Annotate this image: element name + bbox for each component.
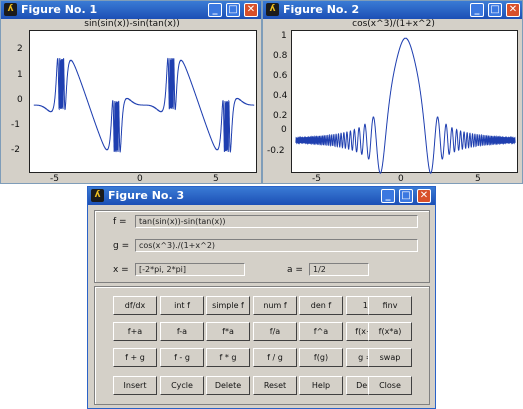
y-tick-label: -1 xyxy=(11,120,20,130)
f-div-a-button[interactable]: f/a xyxy=(253,322,297,341)
reset-button[interactable]: Reset xyxy=(253,376,297,395)
insert-button[interactable]: Insert xyxy=(113,376,157,395)
plot-1-svg xyxy=(33,57,255,153)
minimize-button[interactable]: _ xyxy=(470,3,484,17)
num-f-button[interactable]: num f xyxy=(253,296,297,315)
a-label: a = xyxy=(287,265,303,275)
plot-2-series-line xyxy=(295,37,516,174)
close-button[interactable]: ✕ xyxy=(244,3,258,17)
y-tick-label: 0.4 xyxy=(273,91,288,101)
cycle-button[interactable]: Cycle xyxy=(160,376,204,395)
close-app-button[interactable]: Close xyxy=(368,376,412,395)
close-button[interactable]: ✕ xyxy=(506,3,520,17)
int-f-button[interactable]: int f xyxy=(160,296,204,315)
den-f-button[interactable]: den f xyxy=(299,296,343,315)
f-minus-a-button[interactable]: f-a xyxy=(160,322,204,341)
x-tick-label: 0 xyxy=(137,174,143,184)
figure-3-titlebar[interactable]: ʎ Figure No. 3 _ □ ✕ xyxy=(88,187,435,205)
f-plus-g-button[interactable]: f + g xyxy=(113,348,157,367)
y-tick-label: -0.2 xyxy=(267,146,285,156)
x-label: x = xyxy=(113,265,129,275)
figure-3-window: ʎ Figure No. 3 _ □ ✕ f = tan(sin(x))-sin… xyxy=(87,186,436,409)
figure-3-title: Figure No. 3 xyxy=(108,189,185,202)
matlab-logo-icon: ʎ xyxy=(266,3,279,16)
y-tick-label: 0.2 xyxy=(273,111,288,121)
f-times-g-button[interactable]: f * g xyxy=(206,348,250,367)
x-tick-label: 0 xyxy=(398,174,404,184)
plot-title: sin(sin(x))-sin(tan(x)) xyxy=(84,19,180,29)
maximize-button[interactable]: □ xyxy=(399,189,413,203)
help-button[interactable]: Help xyxy=(299,376,343,395)
f-div-g-button[interactable]: f / g xyxy=(253,348,297,367)
maximize-button[interactable]: □ xyxy=(226,3,240,17)
x-tick-label: 5 xyxy=(475,174,481,184)
minimize-button[interactable]: _ xyxy=(208,3,222,17)
x-tick-label: 5 xyxy=(213,174,219,184)
plot-axes[interactable] xyxy=(29,30,257,173)
f-minus-g-button[interactable]: f - g xyxy=(160,348,204,367)
f-times-a-button[interactable]: f*a xyxy=(206,322,250,341)
y-tick-label: 0.8 xyxy=(273,51,288,61)
f-pow-a-button[interactable]: f^a xyxy=(299,322,343,341)
delete-button[interactable]: Delete xyxy=(206,376,250,395)
figure-2-titlebar[interactable]: ʎ Figure No. 2 _ □ ✕ xyxy=(263,1,522,19)
plot-1-series-line xyxy=(33,57,255,153)
y-tick-label: 0 xyxy=(17,95,23,105)
g-field[interactable]: cos(x^3)./(1+x^2) xyxy=(135,239,418,252)
plot-2-svg xyxy=(295,37,516,174)
matlab-logo-icon: ʎ xyxy=(91,189,104,202)
plot-axes[interactable] xyxy=(291,30,518,174)
f-label: f = xyxy=(113,217,127,227)
y-tick-label: 1 xyxy=(17,70,23,80)
minimize-button[interactable]: _ xyxy=(381,189,395,203)
a-field[interactable]: 1/2 xyxy=(309,263,369,276)
maximize-button[interactable]: □ xyxy=(488,3,502,17)
x-tick-label: -5 xyxy=(312,174,321,184)
y-tick-label: 0 xyxy=(281,125,287,135)
f-field[interactable]: tan(sin(x))-sin(tan(x)) xyxy=(135,215,418,228)
f-x-times-a-button[interactable]: f(x*a) xyxy=(368,322,412,341)
close-button[interactable]: ✕ xyxy=(417,189,431,203)
matlab-logo-icon: ʎ xyxy=(4,3,17,16)
swap-button[interactable]: swap xyxy=(368,348,412,367)
y-tick-label: 0.6 xyxy=(273,71,288,81)
figure-1-title: Figure No. 1 xyxy=(21,3,98,16)
y-tick-label: 1 xyxy=(281,31,287,41)
y-tick-label: 2 xyxy=(17,44,23,54)
figure-2-window: ʎ Figure No. 2 _ □ ✕ cos(x^3)/(1+x^2) 1 … xyxy=(262,0,523,184)
plot-title: cos(x^3)/(1+x^2) xyxy=(352,19,435,29)
df-dx-button[interactable]: df/dx xyxy=(113,296,157,315)
x-tick-label: -5 xyxy=(50,174,59,184)
x-field[interactable]: [-2*pi, 2*pi] xyxy=(135,263,245,276)
figure-1-titlebar[interactable]: ʎ Figure No. 1 _ □ ✕ xyxy=(1,1,261,19)
figure-1-window: ʎ Figure No. 1 _ □ ✕ sin(sin(x))-sin(tan… xyxy=(0,0,262,184)
f-plus-a-button[interactable]: f+a xyxy=(113,322,157,341)
expression-panel: f = tan(sin(x))-sin(tan(x)) g = cos(x^3)… xyxy=(94,210,430,283)
simple-f-button[interactable]: simple f xyxy=(206,296,250,315)
figure-2-title: Figure No. 2 xyxy=(283,3,360,16)
finv-button[interactable]: finv xyxy=(368,296,412,315)
f-of-g-button[interactable]: f(g) xyxy=(299,348,343,367)
y-tick-label: -2 xyxy=(11,145,20,155)
g-label: g = xyxy=(113,241,130,251)
